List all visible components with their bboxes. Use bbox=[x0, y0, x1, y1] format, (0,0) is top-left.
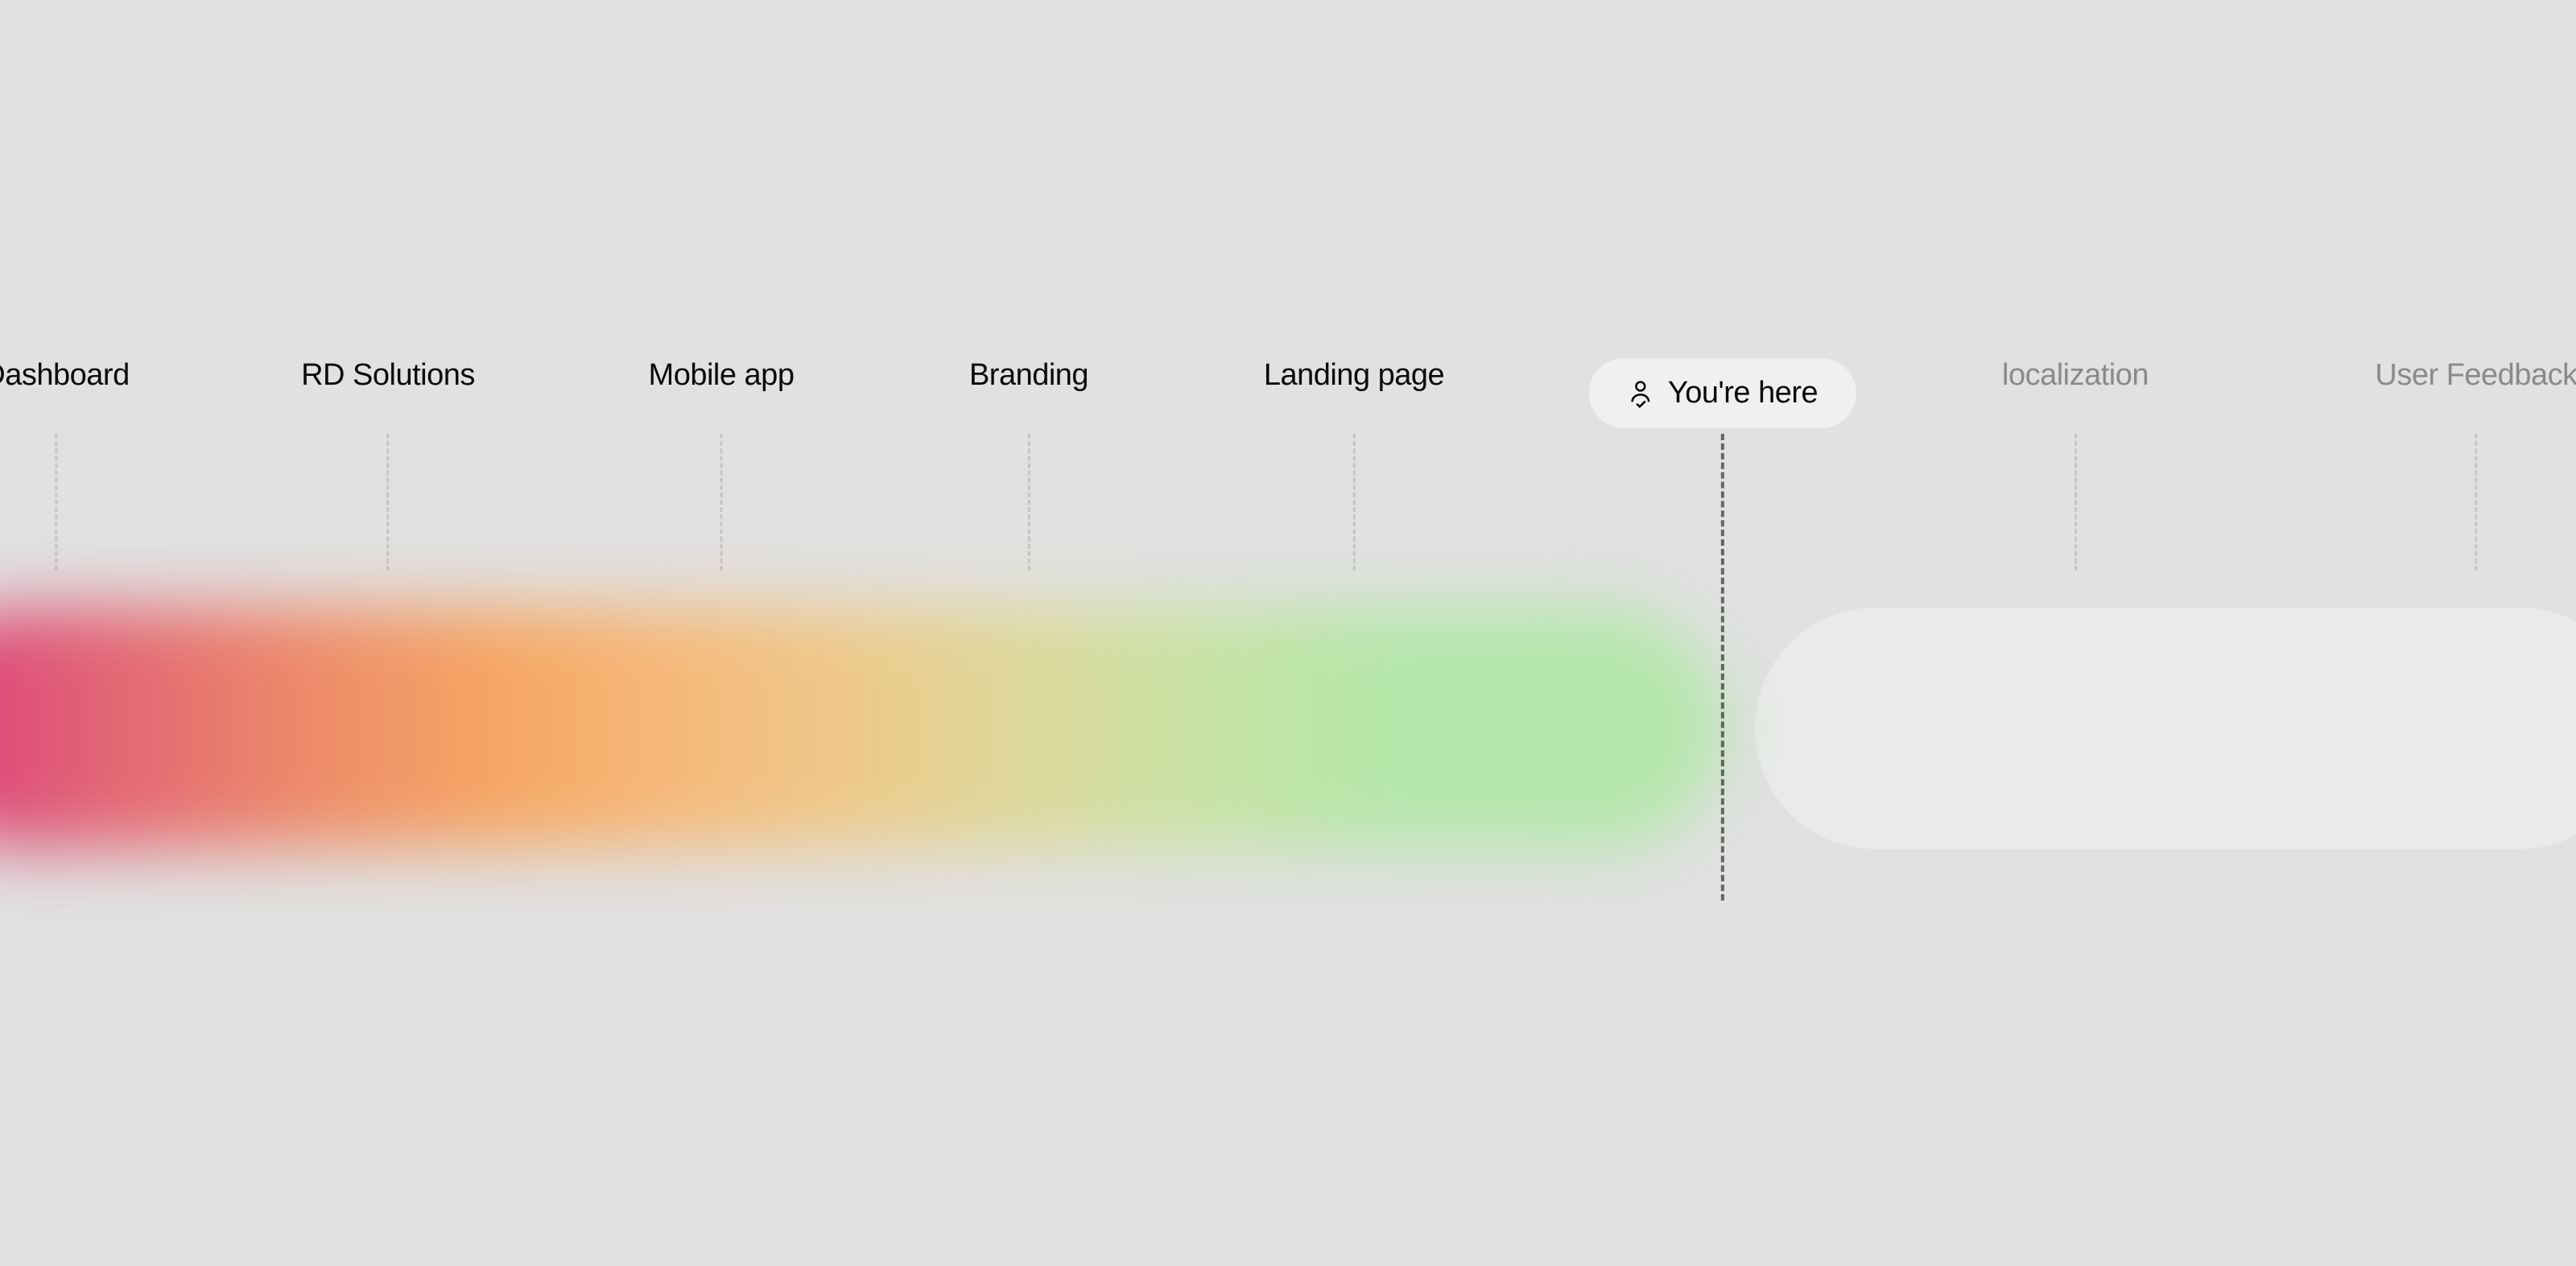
timeline-tick bbox=[720, 434, 723, 571]
timeline-tick bbox=[386, 434, 389, 571]
timeline-tick bbox=[2475, 434, 2477, 571]
milestone-label: RD Solutions bbox=[301, 358, 475, 393]
timeline-tick bbox=[2074, 434, 2077, 571]
timeline-tick bbox=[56, 434, 58, 571]
milestone-label: User Feedback bbox=[2375, 358, 2576, 393]
you-are-here-label: You're here bbox=[1668, 376, 1818, 410]
progress-track bbox=[0, 608, 2576, 849]
progress-track-past bbox=[0, 608, 1723, 849]
timeline-tick bbox=[1353, 434, 1356, 571]
milestone-current[interactable]: You're here bbox=[1589, 358, 1856, 428]
milestone-label: Dashboard bbox=[0, 358, 130, 393]
user-check-icon bbox=[1628, 379, 1653, 408]
milestone-item[interactable]: RD Solutions bbox=[301, 358, 475, 393]
milestone-item[interactable]: Branding bbox=[969, 358, 1088, 393]
you-are-here-pill[interactable]: You're here bbox=[1589, 358, 1856, 428]
timeline-tick bbox=[1721, 434, 1724, 901]
milestone-label: Landing page bbox=[1264, 358, 1444, 393]
milestone-item[interactable]: localization bbox=[2002, 358, 2149, 393]
milestone-item[interactable]: Dashboard bbox=[0, 358, 130, 393]
milestone-label: localization bbox=[2002, 358, 2149, 393]
milestone-label: Mobile app bbox=[649, 358, 795, 393]
milestone-label: Branding bbox=[969, 358, 1088, 393]
progress-track-future bbox=[1755, 608, 2576, 849]
milestone-item[interactable]: User Feedback bbox=[2375, 358, 2576, 393]
timeline-tick bbox=[1028, 434, 1030, 571]
milestone-item[interactable]: Landing page bbox=[1264, 358, 1444, 393]
milestone-item[interactable]: Mobile app bbox=[649, 358, 795, 393]
